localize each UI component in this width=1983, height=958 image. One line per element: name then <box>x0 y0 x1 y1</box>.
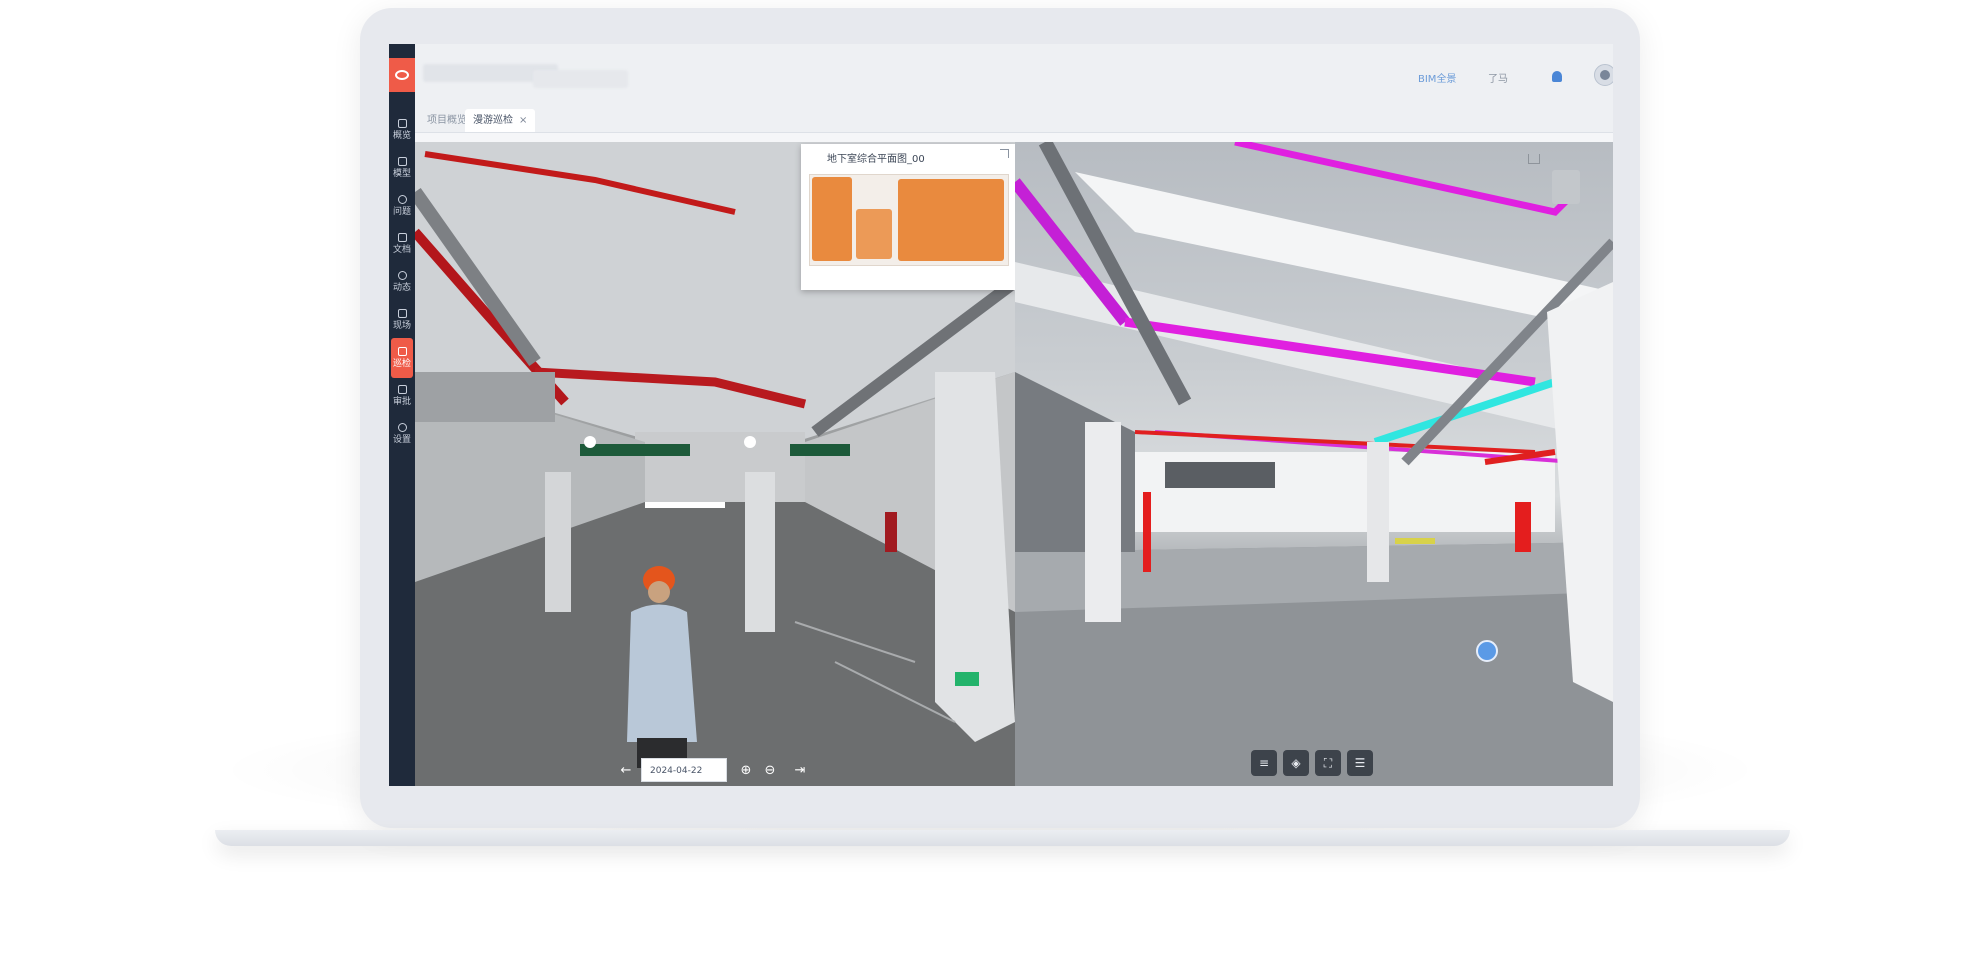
sidebar-item-label: 概览 <box>392 130 411 141</box>
sidebar-item-label: 设置 <box>392 434 411 445</box>
sidebar-item-label: 文档 <box>392 244 411 255</box>
sidebar-item-inspect[interactable]: 巡检 <box>391 338 413 378</box>
issue-icon <box>397 194 407 204</box>
top-header: BIM全景 了马 用户 <box>415 44 1613 106</box>
date-selector[interactable]: 2024-04-22 <box>641 758 727 782</box>
zoom-in-icon[interactable]: ⊕ <box>737 762 755 780</box>
inspect-icon <box>397 346 407 356</box>
sidebar-item-label: 巡检 <box>392 358 411 369</box>
back-arrow-icon[interactable]: ← <box>617 762 635 780</box>
menu-icon[interactable]: ≡ <box>1251 750 1277 776</box>
close-icon[interactable]: × <box>519 115 527 126</box>
expand-icon[interactable] <box>1000 149 1009 158</box>
sidebar-item-label: 审批 <box>392 396 411 407</box>
sidebar-item-label: 现场 <box>392 320 411 331</box>
panel-icon[interactable] <box>1552 170 1580 204</box>
plan-area <box>898 179 1004 261</box>
cube-icon <box>397 156 407 166</box>
app-screen: 概览 模型 问题 文档 动态 现场 巡检 审批 设置 BIM全景 了马 用户 项… <box>389 44 1613 786</box>
tab-roaming-inspect[interactable]: 漫游巡检 × <box>465 109 536 132</box>
sidebar-item-model[interactable]: 模型 <box>389 148 415 188</box>
navigation-ball[interactable] <box>1476 640 1498 662</box>
exit-icon[interactable]: ⇥ <box>791 762 809 780</box>
logo-icon <box>395 70 409 80</box>
sidebar-item-approval[interactable]: 审批 <box>389 376 415 416</box>
plan-area <box>856 209 892 259</box>
bell-icon[interactable] <box>1552 71 1562 82</box>
zoom-out-icon[interactable]: ⊖ <box>761 762 779 780</box>
minimap-plan-image <box>809 174 1009 266</box>
sidebar-item-label: 问题 <box>392 206 411 217</box>
tab-label: 漫游巡检 <box>473 115 513 126</box>
bim-model-view[interactable]: ≡ ◈ ⛶ ☰ <box>1015 142 1613 786</box>
team-dropdown[interactable]: 了马 <box>1488 70 1508 85</box>
user-icon <box>1600 70 1610 80</box>
panorama-photo-view[interactable]: 地下室综合平面图_00 ← 2024-04-22 ⊕ ⊖ ⇥ <box>415 142 1015 786</box>
laptop-base <box>215 830 1790 846</box>
approval-icon <box>397 384 407 394</box>
tab-bar: 项目概览 漫游巡检 × <box>415 106 1613 133</box>
sidebar-item-issues[interactable]: 问题 <box>389 186 415 226</box>
minimap-title: 地下室综合平面图_00 <box>827 154 925 165</box>
tab-label: 项目概览 <box>427 115 467 126</box>
sidebar: 概览 模型 问题 文档 动态 现场 巡检 审批 设置 <box>389 44 415 786</box>
plan-area <box>812 177 852 261</box>
sidebar-item-site[interactable]: 现场 <box>389 300 415 340</box>
bim-model-render <box>1015 142 1613 786</box>
floor-plan-minimap[interactable]: 地下室综合平面图_00 <box>801 144 1015 290</box>
sidebar-item-overview[interactable]: 概览 <box>389 110 415 150</box>
sidebar-item-label: 动态 <box>392 282 411 293</box>
photo-toolbar: ← 2024-04-22 ⊕ ⊖ ⇥ <box>615 758 827 784</box>
home-icon <box>397 118 407 128</box>
sidebar-item-docs[interactable]: 文档 <box>389 224 415 264</box>
bim-link[interactable]: BIM全景 <box>1418 70 1456 85</box>
home-icon[interactable] <box>1528 154 1540 164</box>
activity-icon <box>397 270 407 280</box>
sidebar-item-label: 模型 <box>392 168 411 179</box>
folder-icon <box>397 232 407 242</box>
avatar[interactable] <box>1594 64 1613 86</box>
project-subtitle-blurred <box>533 70 628 88</box>
split-view: 地下室综合平面图_00 ← 2024-04-22 ⊕ ⊖ ⇥ ≡ ◈ ⛶ ☰ <box>415 142 1613 786</box>
sidebar-item-activity[interactable]: 动态 <box>389 262 415 302</box>
app-logo[interactable] <box>389 58 415 92</box>
list-icon[interactable]: ☰ <box>1347 750 1373 776</box>
layers-icon[interactable]: ◈ <box>1283 750 1309 776</box>
model-toolbar: ≡ ◈ ⛶ ☰ <box>1251 750 1377 778</box>
sidebar-item-settings[interactable]: 设置 <box>389 414 415 454</box>
fullscreen-icon[interactable]: ⛶ <box>1315 750 1341 776</box>
site-icon <box>397 308 407 318</box>
gear-icon <box>397 422 407 432</box>
